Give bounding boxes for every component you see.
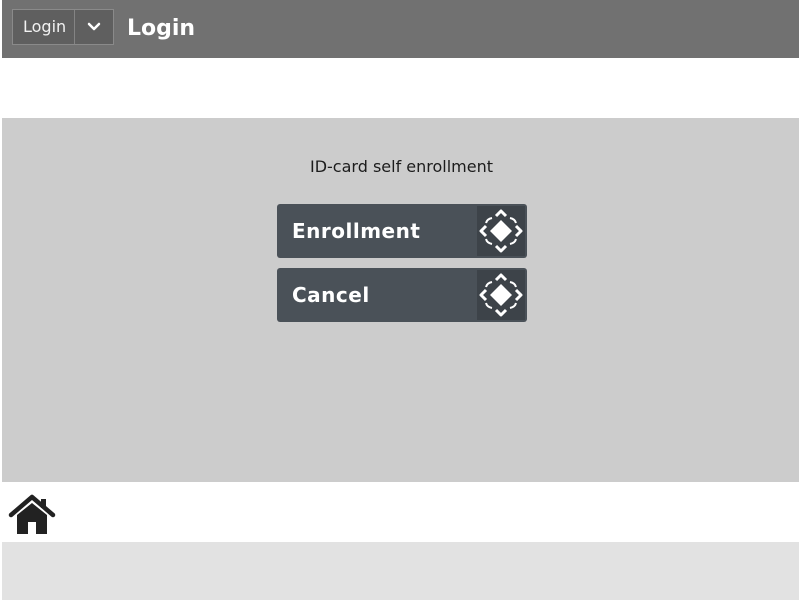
cancel-button-label: Cancel	[292, 283, 370, 307]
bottom-nav	[2, 482, 799, 542]
main-panel: ID-card self enrollment Enrollment Cance…	[2, 118, 799, 482]
cancel-button[interactable]: Cancel	[277, 268, 527, 322]
enrollment-button-label: Enrollment	[292, 219, 421, 243]
enrollment-button[interactable]: Enrollment	[277, 204, 527, 258]
app-header: Login Login	[0, 0, 799, 58]
toolbar-area	[2, 58, 799, 118]
rotate-diamond-icon	[477, 270, 525, 320]
footer-strip	[2, 542, 799, 600]
chevron-down-icon[interactable]	[74, 10, 113, 44]
mode-dropdown[interactable]: Login	[12, 9, 114, 45]
dialog-prompt: ID-card self enrollment	[309, 157, 494, 176]
home-icon[interactable]	[8, 494, 56, 536]
mode-dropdown-value: Login	[23, 17, 67, 36]
rotate-diamond-icon	[477, 206, 525, 256]
page-title: Login	[127, 16, 196, 41]
